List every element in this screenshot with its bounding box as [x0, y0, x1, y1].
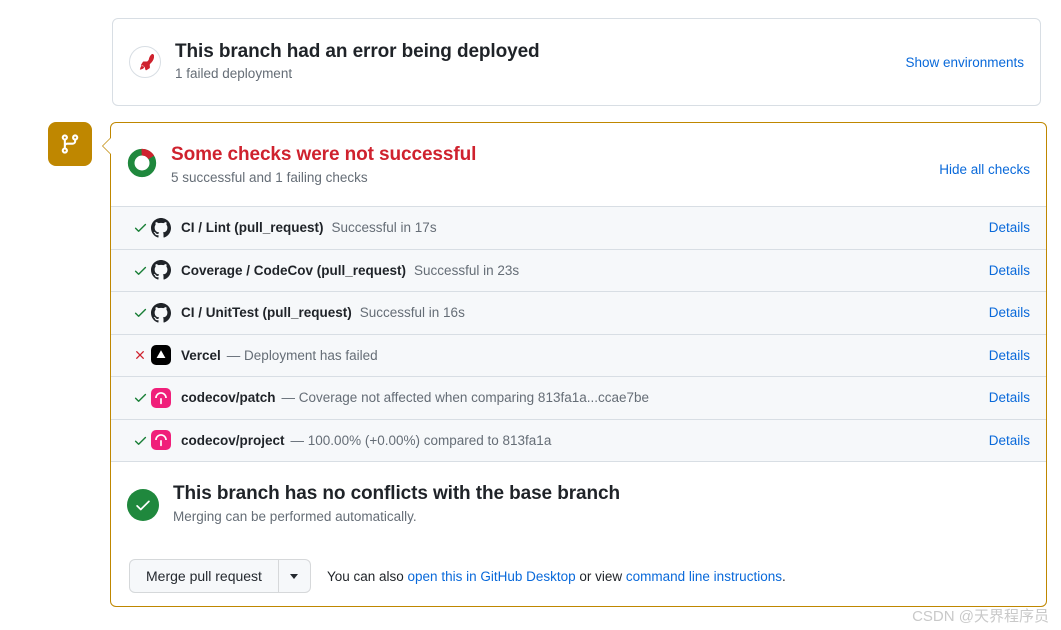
check-name: CI / Lint (pull_request) [181, 220, 324, 236]
merge-action-row: Merge pull request You can also open thi… [111, 545, 1046, 607]
check-description: Successful in 16s [359, 305, 465, 321]
codecov-icon [151, 387, 171, 408]
donut-chart-icon [127, 148, 157, 183]
check-icon [129, 390, 151, 405]
table-row[interactable]: CI / UnitTest (pull_request) Successful … [111, 291, 1046, 334]
check-name: codecov/patch [181, 390, 276, 406]
github-actions-icon [151, 260, 171, 280]
table-row[interactable]: Coverage / CodeCov (pull_request) Succes… [111, 248, 1046, 291]
git-branch-icon [48, 122, 92, 166]
table-row[interactable]: codecov/patch — Coverage not affected wh… [111, 376, 1046, 419]
merge-note-suffix: . [781, 568, 786, 584]
merge-conflict-status: This branch has no conflicts with the ba… [111, 461, 1046, 545]
merge-note-prefix: You can also [326, 568, 408, 584]
details-link[interactable]: Details [989, 348, 1030, 363]
conflict-subtitle: Merging can be performed automatically. [173, 509, 417, 524]
merge-status-box: Some checks were not successful 5 succes… [102, 122, 1047, 607]
deployment-subtitle: 1 failed deployment [175, 66, 293, 81]
show-environments-link[interactable]: Show environments [905, 55, 1024, 70]
github-actions-icon [151, 217, 171, 238]
github-desktop-link[interactable]: open this in GitHub Desktop [408, 569, 576, 584]
merge-dropdown-button[interactable] [277, 559, 311, 593]
deployment-status-card: This branch had an error being deployed … [112, 18, 1041, 106]
check-description: Successful in 23s [414, 262, 520, 278]
merge-pull-request-button[interactable]: Merge pull request [129, 559, 278, 593]
github-actions-icon [151, 302, 171, 323]
checks-subtitle: 5 successful and 1 failing checks [171, 170, 368, 185]
checks-list: CI / Lint (pull_request) Successful in 1… [111, 206, 1046, 461]
details-link[interactable]: Details [989, 433, 1030, 448]
check-circle-icon [127, 488, 159, 521]
check-name: Vercel [181, 347, 221, 363]
vercel-icon [151, 345, 171, 366]
table-row[interactable]: codecov/project — 100.00% (+0.00%) compa… [111, 418, 1046, 461]
callout-pointer-inner [103, 138, 111, 154]
checks-title: Some checks were not successful [171, 144, 477, 165]
hide-all-checks-link[interactable]: Hide all checks [939, 162, 1030, 177]
check-name: CI / UnitTest (pull_request) [181, 305, 352, 321]
check-description: — Deployment has failed [226, 347, 378, 363]
table-row[interactable]: Vercel — Deployment has failed Details [111, 333, 1046, 376]
merge-note-middle: or view [575, 568, 626, 584]
check-description: — Coverage not affected when comparing 8… [281, 390, 650, 406]
check-name: Coverage / CodeCov (pull_request) [181, 262, 407, 278]
cut-off-text-strip [112, 0, 812, 4]
conflict-title: This branch has no conflicts with the ba… [173, 483, 620, 504]
pull-request-merge-panel: This branch had an error being deployed … [0, 0, 1061, 630]
details-link[interactable]: Details [989, 305, 1030, 320]
rocket-icon [129, 46, 161, 78]
chevron-down-icon [290, 573, 299, 579]
check-description: — 100.00% (+0.00%) compared to 813fa1a [290, 432, 552, 448]
command-line-instructions-link[interactable]: command line instructions [626, 569, 782, 584]
check-icon [129, 263, 151, 278]
details-link[interactable]: Details [989, 220, 1030, 235]
deployment-title: This branch had an error being deployed [175, 41, 540, 62]
merge-button-group: Merge pull request [129, 559, 311, 593]
check-name: codecov/project [181, 432, 285, 448]
details-link[interactable]: Details [989, 263, 1030, 278]
check-icon [129, 220, 151, 235]
check-icon [129, 433, 151, 448]
codecov-icon [151, 430, 171, 451]
details-link[interactable]: Details [989, 390, 1030, 405]
check-description: Successful in 17s [331, 220, 437, 236]
x-icon [129, 348, 151, 362]
checks-summary-header: Some checks were not successful 5 succes… [111, 123, 1046, 206]
table-row[interactable]: CI / Lint (pull_request) Successful in 1… [111, 206, 1046, 249]
watermark: CSDN @天界程序员 [912, 608, 1049, 625]
merge-help-text: You can also open this in GitHub Desktop… [327, 569, 786, 584]
check-icon [129, 305, 151, 320]
